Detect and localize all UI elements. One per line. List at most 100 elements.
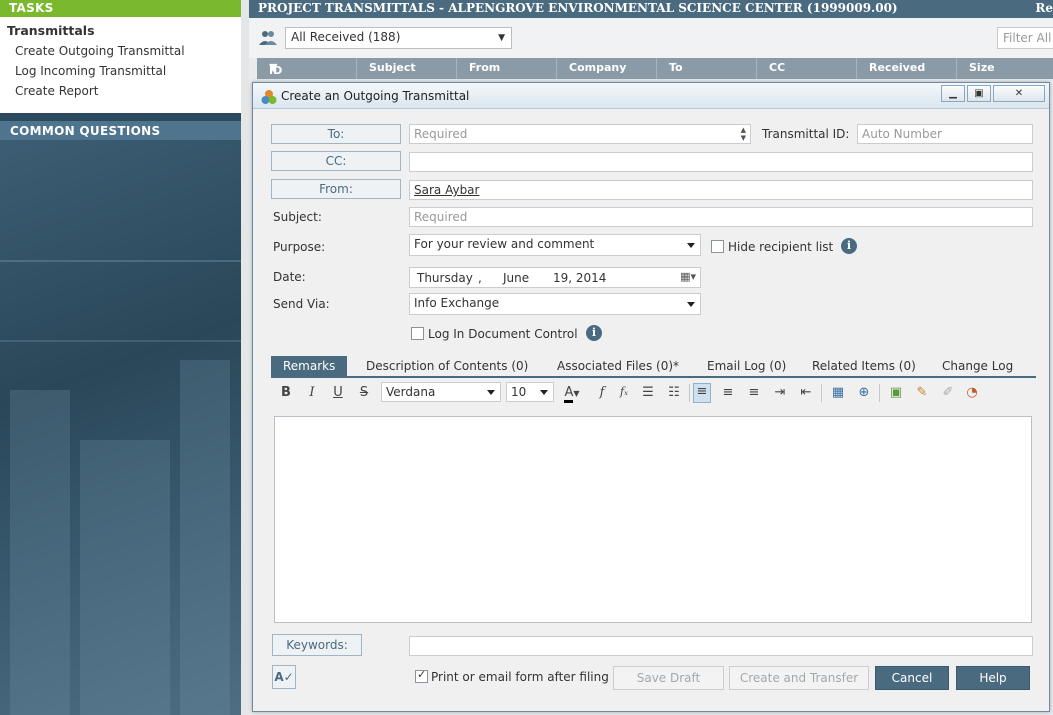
underline-icon[interactable]: U [329, 385, 347, 400]
chevron-down-icon [687, 302, 695, 307]
transmittal-id-label: Transmittal ID: [762, 127, 850, 141]
create-transfer-button[interactable]: Create and Transfer [729, 666, 869, 690]
column-cc[interactable]: CC [769, 61, 785, 74]
create-outgoing-transmittal-link[interactable]: Create Outgoing Transmittal [15, 44, 185, 58]
view-select[interactable]: All Received (188) ▼ [285, 27, 512, 49]
dialog-titlebar[interactable]: Create an Outgoing Transmittal ▁ ▣ ✕ [253, 83, 1049, 109]
column-id[interactable]: ID ▼ [269, 61, 282, 77]
info-icon[interactable]: i [586, 325, 602, 341]
to-input[interactable]: Required ▲ ▼ [409, 124, 751, 144]
bullet-list-icon[interactable]: ☰ [639, 385, 657, 400]
column-subject[interactable]: Subject [369, 61, 416, 74]
keywords-input[interactable] [409, 636, 1033, 656]
minimize-icon[interactable]: ▁ [941, 85, 965, 102]
formula-icon[interactable]: f [593, 385, 611, 400]
help-button[interactable]: Help [956, 666, 1030, 690]
tasks-header: TASKS [0, 0, 241, 17]
tab-remarks[interactable]: Remarks [271, 356, 348, 376]
editor-toolbar: B I U S Verdana 10 A▼ f fₓ ☰ ☷ ≡ ≡ ≡ ⇥ ⇤ [271, 382, 1036, 406]
transmittal-id-input[interactable]: Auto Number [857, 124, 1033, 144]
timestamp-icon[interactable]: ◔ [963, 385, 981, 400]
info-icon[interactable]: i [841, 238, 857, 254]
align-left-icon[interactable]: ≡ [693, 383, 711, 403]
remarks-editor[interactable] [274, 416, 1032, 623]
log-incoming-transmittal-link[interactable]: Log Incoming Transmittal [15, 64, 166, 78]
insert-image-icon[interactable]: ▣ [887, 385, 905, 400]
common-questions-header[interactable]: COMMON QUESTIONS [0, 121, 241, 140]
dialog-tabs: Remarks Description of Contents (0) Asso… [271, 356, 1036, 378]
app-logo-icon [261, 90, 277, 104]
log-doc-control-checkbox[interactable] [411, 327, 424, 340]
header-right-text: Re [1035, 1, 1053, 15]
chevron-down-icon [487, 390, 495, 395]
print-email-checkbox[interactable] [415, 668, 428, 683]
hide-recipient-checkbox[interactable] [711, 240, 724, 253]
highlight-icon[interactable]: ✐ [939, 385, 957, 400]
strikethrough-icon[interactable]: S [355, 385, 373, 400]
tasks-panel: Transmittals Create Outgoing Transmittal… [0, 17, 241, 113]
tab-description[interactable]: Description of Contents (0) [366, 359, 528, 373]
italic-icon[interactable]: I [303, 385, 321, 400]
project-title: PROJECT TRANSMITTALS - ALPENGROVE ENVIRO… [258, 1, 898, 15]
align-center-icon[interactable]: ≡ [719, 385, 737, 400]
spell-check-icon[interactable]: A✓ [272, 665, 296, 689]
edit-image-icon[interactable]: ✎ [913, 385, 931, 400]
column-company[interactable]: Company [569, 61, 626, 74]
filter-bar: All Received (188) ▼ Filter All C [249, 18, 1053, 58]
column-size[interactable]: Size [969, 61, 995, 74]
log-doc-control-label: Log In Document Control [428, 327, 578, 341]
background-image [0, 140, 249, 715]
numbered-list-icon[interactable]: ☷ [665, 385, 683, 400]
calendar-icon[interactable]: ▦▾ [680, 270, 696, 283]
left-panel: TASKS Transmittals Create Outgoing Trans… [0, 0, 249, 715]
table-icon[interactable]: ▦ [829, 385, 847, 400]
date-picker[interactable]: Thursday , June 19, 2014 ▦▾ [409, 267, 701, 288]
view-select-value: All Received (188) [291, 30, 401, 44]
link-icon[interactable]: ⊕ [855, 385, 873, 400]
dialog-title: Create an Outgoing Transmittal [281, 89, 470, 103]
purpose-label: Purpose: [273, 240, 326, 254]
from-button[interactable]: From: [271, 179, 401, 199]
filter-input[interactable]: Filter All C [997, 27, 1053, 49]
column-to[interactable]: To [669, 61, 683, 74]
to-button[interactable]: To: [271, 124, 401, 144]
spinner-icon[interactable]: ▲ ▼ [741, 126, 746, 142]
from-value[interactable]: Sara Aybar [414, 183, 479, 197]
column-received[interactable]: Received [869, 61, 925, 74]
outdent-icon[interactable]: ⇤ [797, 385, 815, 400]
print-email-label: Print or email form after filing [431, 670, 609, 684]
clear-format-icon[interactable]: fₓ [615, 385, 633, 398]
tab-associated-files[interactable]: Associated Files (0)* [557, 359, 679, 373]
date-label: Date: [273, 270, 306, 284]
cc-input[interactable] [409, 152, 1033, 172]
tab-related-items[interactable]: Related Items (0) [812, 359, 916, 373]
font-color-icon[interactable]: A▼ [560, 385, 584, 403]
send-via-label: Send Via: [273, 297, 330, 311]
font-size-select[interactable]: 10 [506, 382, 554, 402]
tasks-section-title: Transmittals [7, 23, 95, 38]
chevron-down-icon [687, 243, 695, 248]
create-report-link[interactable]: Create Report [15, 84, 98, 98]
tab-change-log[interactable]: Change Log [942, 359, 1013, 373]
save-draft-button[interactable]: Save Draft [613, 666, 724, 690]
maximize-icon[interactable]: ▣ [967, 85, 991, 102]
cancel-button[interactable]: Cancel [875, 666, 949, 690]
chevron-down-icon: ▼ [498, 33, 505, 43]
project-header: PROJECT TRANSMITTALS - ALPENGROVE ENVIRO… [249, 0, 1053, 18]
subject-input[interactable]: Required [409, 207, 1033, 227]
font-select[interactable]: Verdana [381, 382, 501, 402]
column-from[interactable]: From [469, 61, 500, 74]
cc-button[interactable]: CC: [271, 151, 401, 171]
panel-divider [241, 0, 249, 715]
close-icon[interactable]: ✕ [993, 85, 1045, 102]
from-input[interactable]: Sara Aybar [409, 180, 1033, 200]
indent-icon[interactable]: ⇥ [771, 385, 789, 400]
chevron-down-icon [540, 390, 548, 395]
keywords-button[interactable]: Keywords: [272, 634, 362, 656]
send-via-select[interactable]: Info Exchange [409, 293, 701, 315]
purpose-select[interactable]: For your review and comment [409, 234, 701, 256]
dialog-body: To: Required ▲ ▼ Transmittal ID: Auto Num… [257, 110, 1045, 708]
bold-icon[interactable]: B [277, 385, 295, 400]
align-right-icon[interactable]: ≡ [745, 385, 763, 400]
tab-email-log[interactable]: Email Log (0) [707, 359, 786, 373]
